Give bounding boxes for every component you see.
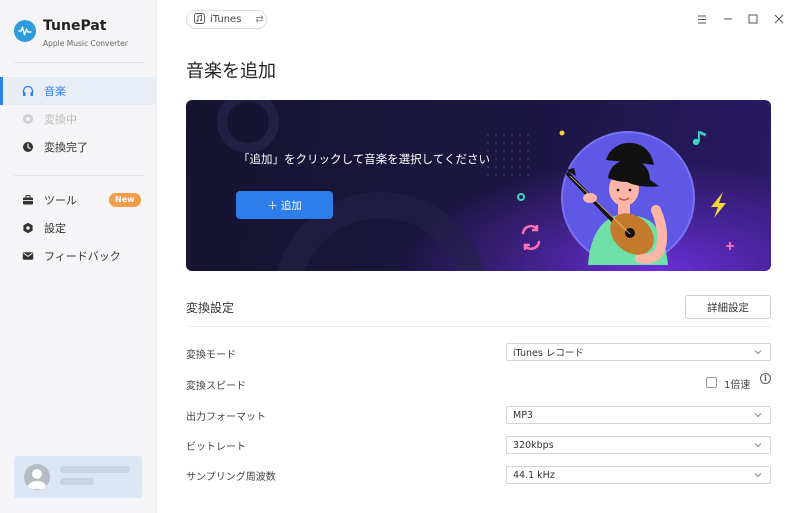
sidebar-item-label: ツール xyxy=(44,194,77,207)
page-title: 音楽を追加 xyxy=(186,61,276,82)
chevron-down-icon xyxy=(753,440,763,453)
sidebar-item-converted[interactable]: 変換完了 xyxy=(0,133,157,161)
clock-icon xyxy=(22,141,34,153)
source-selector[interactable]: iTunes ⇄ xyxy=(186,10,267,29)
banner-instruction: 「追加」をクリックして音楽を選択してください xyxy=(238,152,490,166)
toolbox-icon xyxy=(22,194,34,206)
add-button[interactable]: ＋ 追加 xyxy=(236,191,333,219)
source-label: iTunes xyxy=(210,14,242,25)
sidebar-nav-main: 音楽 変換中 変換完了 xyxy=(0,77,157,161)
maximize-icon[interactable] xyxy=(746,12,760,26)
sidebar-item-music[interactable]: 音楽 xyxy=(0,77,157,105)
sidebar-divider xyxy=(14,62,144,63)
converting-icon xyxy=(22,113,34,125)
swap-icon: ⇄ xyxy=(255,14,264,25)
speed-value: 1倍速 xyxy=(724,380,751,391)
bitrate-value: 320kbps xyxy=(513,439,554,451)
output-format-select[interactable]: MP3 xyxy=(506,406,771,424)
banner-illustration xyxy=(217,100,734,271)
sidebar-item-label: 設定 xyxy=(44,222,66,235)
sidebar-nav-secondary: ツール New 設定 フィードバック xyxy=(0,186,157,270)
chevron-down-icon xyxy=(753,470,763,483)
speed-checkbox[interactable] xyxy=(706,377,717,388)
sample-rate-value: 44.1 kHz xyxy=(513,469,555,481)
headphones-icon xyxy=(22,85,34,97)
mail-icon xyxy=(22,250,34,262)
app-logo: TunePat Apple Music Converter xyxy=(14,18,128,48)
app-name: TunePat xyxy=(43,18,107,34)
sample-rate-label: サンプリング周波数 xyxy=(186,472,276,483)
sidebar-item-label: 変換完了 xyxy=(44,141,88,154)
sidebar-item-label: 変換中 xyxy=(44,113,77,126)
sidebar-divider xyxy=(14,175,144,176)
info-icon[interactable]: i xyxy=(760,373,771,384)
close-icon[interactable] xyxy=(772,12,786,26)
output-format-value: MP3 xyxy=(513,409,533,421)
sidebar-item-feedback[interactable]: フィードバック xyxy=(0,242,157,270)
sidebar-item-label: 音楽 xyxy=(44,85,66,98)
sidebar: TunePat Apple Music Converter 音楽 変換中 変換完… xyxy=(0,0,157,513)
music-note-icon xyxy=(194,12,205,27)
conversion-mode-label: 変換モード xyxy=(186,350,236,361)
chevron-down-icon xyxy=(753,347,763,360)
conversion-settings-title: 変換設定 xyxy=(186,301,235,315)
minimize-icon[interactable] xyxy=(721,12,735,26)
sidebar-item-settings[interactable]: 設定 xyxy=(0,214,157,242)
conversion-mode-value: iTunes レコード xyxy=(513,348,584,359)
settings-divider xyxy=(186,326,771,327)
output-format-label: 出力フォーマット xyxy=(186,412,266,423)
user-account[interactable] xyxy=(14,456,142,498)
advanced-settings-button[interactable]: 詳細設定 xyxy=(685,295,771,319)
sample-rate-select[interactable]: 44.1 kHz xyxy=(506,466,771,484)
chevron-down-icon xyxy=(753,410,763,423)
tunepat-logo-icon xyxy=(14,20,36,42)
menu-icon[interactable] xyxy=(695,12,709,26)
user-info-blurred xyxy=(60,466,130,488)
bitrate-label: ビットレート xyxy=(186,442,246,453)
gear-icon xyxy=(22,222,34,234)
avatar xyxy=(24,464,50,490)
sidebar-item-label: フィードバック xyxy=(44,250,121,263)
sidebar-item-converting[interactable]: 変換中 xyxy=(0,105,157,133)
conversion-speed-label: 変換スピード xyxy=(186,381,246,392)
sidebar-item-tools[interactable]: ツール New xyxy=(0,186,157,214)
app-subtitle: Apple Music Converter xyxy=(43,39,128,48)
add-music-banner: 「追加」をクリックして音楽を選択してください ＋ 追加 xyxy=(186,100,771,271)
conversion-mode-select[interactable]: iTunes レコード xyxy=(506,343,771,361)
bitrate-select[interactable]: 320kbps xyxy=(506,436,771,454)
new-badge: New xyxy=(109,193,141,207)
